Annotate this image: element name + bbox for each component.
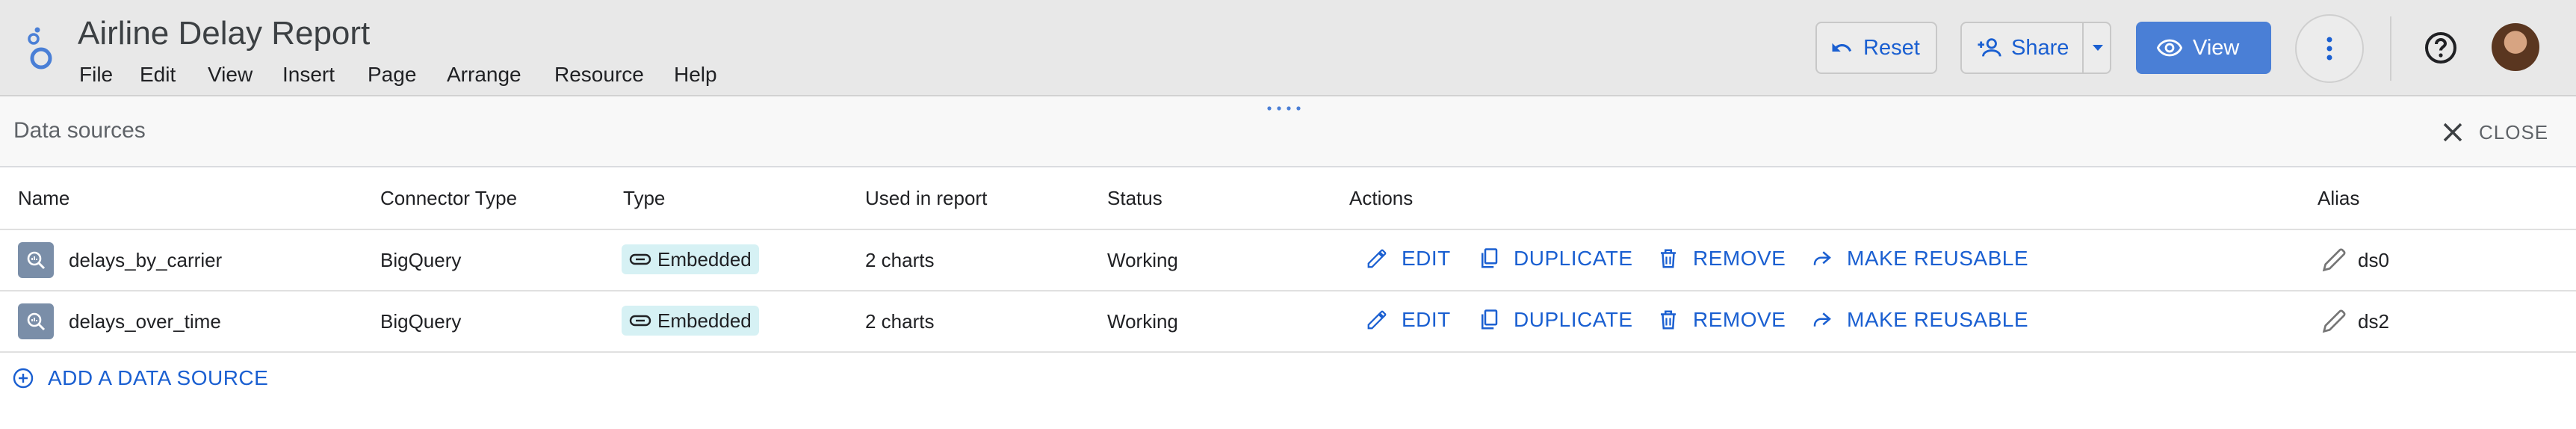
share-label: Share	[2011, 35, 2069, 60]
duplicate-label: DUPLICATE	[1514, 308, 1633, 331]
duplicate-label: DUPLICATE	[1514, 247, 1633, 270]
looker-studio-logo-icon[interactable]	[22, 25, 60, 72]
share-dropdown-button[interactable]	[2084, 22, 2111, 74]
row-divider-line	[0, 290, 2576, 291]
menu-insert[interactable]: Insert	[282, 63, 335, 87]
add-data-source-button[interactable]: ADD A DATA SOURCE	[12, 366, 268, 390]
used-in-report: 2 charts	[865, 249, 935, 271]
datasource-name[interactable]: delays_over_time	[69, 310, 221, 333]
embedded-badge: Embedded	[622, 244, 759, 274]
copy-icon	[1481, 248, 1498, 268]
column-header-actions: Actions	[1349, 187, 1414, 209]
make-reusable-button[interactable]: MAKE REUSABLE	[1811, 247, 2028, 271]
status-text: Working	[1107, 249, 1178, 271]
menu-file[interactable]: File	[79, 63, 113, 87]
person-add-icon	[1978, 38, 2001, 57]
header-divider	[2390, 16, 2391, 81]
more-options-button[interactable]	[2295, 14, 2364, 83]
alias-value: ds2	[2358, 309, 2389, 333]
pencil-icon	[1367, 249, 1387, 268]
link-icon	[629, 253, 651, 265]
app-header: Airline Delay Report File Edit View Inse…	[0, 0, 2576, 96]
connector-type: BigQuery	[380, 249, 462, 271]
close-icon	[2443, 123, 2462, 142]
edit-button[interactable]: EDIT	[1366, 247, 1451, 271]
report-title[interactable]: Airline Delay Report	[78, 15, 370, 52]
column-header-used-in-report: Used in report	[865, 187, 988, 209]
edit-button[interactable]: EDIT	[1366, 308, 1451, 332]
view-label: View	[2193, 35, 2240, 60]
pencil-icon	[1367, 310, 1387, 330]
share-arrow-icon	[1813, 251, 1831, 265]
help-circle-icon[interactable]	[2423, 30, 2459, 66]
menu-view[interactable]: View	[208, 63, 253, 87]
row-divider-line	[0, 351, 2576, 353]
embedded-badge: Embedded	[622, 306, 759, 336]
duplicate-button[interactable]: DUPLICATE	[1478, 308, 1633, 332]
eye-icon	[2157, 39, 2182, 57]
make-reusable-button[interactable]: MAKE REUSABLE	[1811, 308, 2028, 332]
connector-type: BigQuery	[380, 310, 462, 333]
caret-down-icon	[2093, 45, 2103, 51]
trash-icon	[1661, 310, 1676, 330]
menu-arrange[interactable]: Arrange	[447, 63, 521, 87]
data-sources-panel-bar: Data sources CLOSE	[0, 96, 2576, 167]
duplicate-button[interactable]: DUPLICATE	[1478, 247, 1633, 271]
drag-handle-icon[interactable]	[1266, 104, 1303, 113]
undo-icon	[1832, 43, 1852, 52]
reset-label: Reset	[1863, 35, 1920, 60]
bigquery-icon	[18, 303, 54, 339]
close-label: CLOSE	[2479, 120, 2549, 143]
menu-edit[interactable]: Edit	[140, 63, 176, 87]
add-data-source-label: ADD A DATA SOURCE	[48, 366, 269, 389]
type-label: Embedded	[657, 247, 752, 271]
pencil-icon	[2322, 248, 2346, 272]
copy-icon	[1481, 309, 1498, 330]
datasource-name[interactable]: delays_by_carrier	[69, 249, 222, 272]
add-circle-icon	[13, 368, 34, 389]
alias-field[interactable]: ds2	[2319, 306, 2389, 336]
type-label: Embedded	[657, 309, 752, 332]
column-header-status: Status	[1107, 187, 1162, 209]
remove-label: REMOVE	[1693, 247, 1786, 270]
menu-page[interactable]: Page	[368, 63, 416, 87]
pencil-icon	[2322, 309, 2346, 333]
remove-button[interactable]: REMOVE	[1657, 308, 1786, 332]
make-reusable-label: MAKE REUSABLE	[1847, 247, 2029, 270]
column-header-connector-type: Connector Type	[380, 187, 518, 209]
edit-label: EDIT	[1402, 247, 1451, 270]
used-in-report: 2 charts	[865, 310, 935, 333]
make-reusable-label: MAKE REUSABLE	[1847, 308, 2029, 331]
column-header-name: Name	[18, 187, 70, 209]
panel-title: Data sources	[13, 118, 146, 143]
close-panel-button[interactable]: CLOSE	[2442, 116, 2548, 149]
bigquery-icon	[18, 242, 54, 278]
alias-value: ds0	[2358, 248, 2389, 271]
share-arrow-icon	[1813, 312, 1831, 327]
avatar[interactable]	[2492, 23, 2539, 71]
more-vert-icon	[2326, 37, 2332, 61]
status-text: Working	[1107, 310, 1178, 333]
remove-button[interactable]: REMOVE	[1657, 247, 1786, 271]
menu-resource[interactable]: Resource	[554, 63, 644, 87]
alias-field[interactable]: ds0	[2319, 245, 2389, 275]
header-divider-line	[0, 229, 2576, 230]
menu-help[interactable]: Help	[674, 63, 717, 87]
remove-label: REMOVE	[1693, 308, 1786, 331]
column-header-alias: Alias	[2318, 187, 2360, 209]
trash-icon	[1661, 249, 1676, 268]
share-divider	[2082, 22, 2084, 74]
edit-label: EDIT	[1402, 308, 1451, 331]
link-icon	[629, 315, 651, 327]
column-header-type: Type	[623, 187, 666, 209]
view-button[interactable]: View	[2136, 22, 2271, 74]
reset-button[interactable]: Reset	[1815, 22, 1937, 74]
